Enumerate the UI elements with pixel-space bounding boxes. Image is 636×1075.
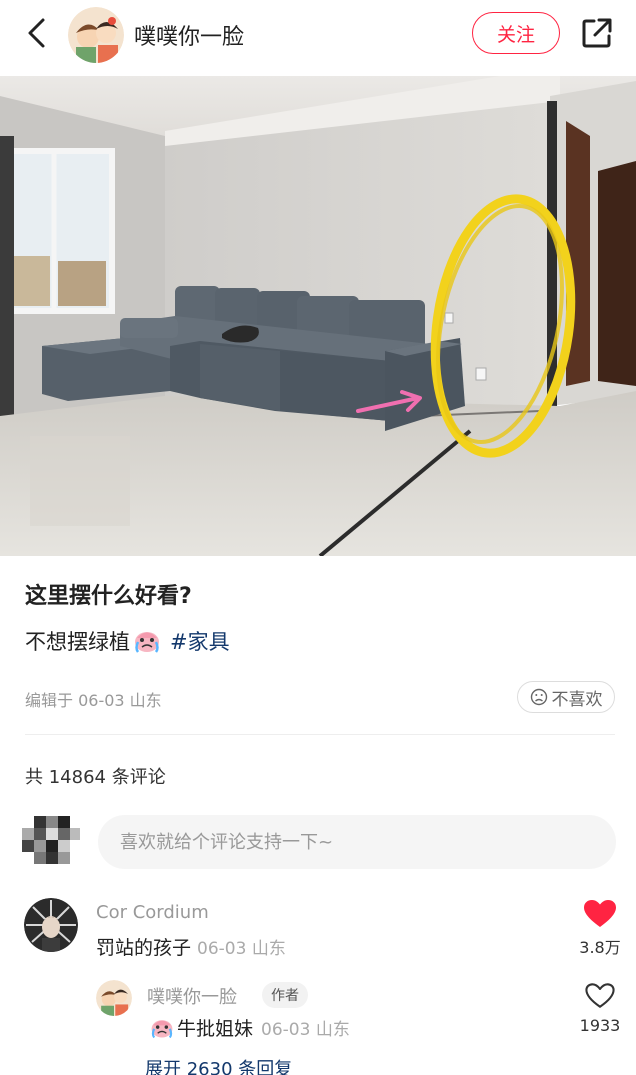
reply-text: 牛批姐妹 06-03 山东 — [147, 1014, 350, 1041]
edit-info: 编辑于 06-03 山东 — [25, 691, 162, 710]
crying-emoji-icon — [149, 1016, 175, 1040]
post-desc-text: 不想摆绿植 — [25, 630, 130, 654]
comment-text: 罚站的孩子 06-03 山东 — [96, 933, 286, 960]
reply-author-avatar[interactable] — [96, 980, 132, 1016]
post-description: 不想摆绿植 #家具 — [25, 626, 230, 656]
reply-meta: 06-03 山东 — [261, 1020, 350, 1040]
sad-face-icon — [530, 688, 547, 706]
comment-like-button[interactable] — [584, 900, 616, 928]
follow-button[interactable]: 关注 — [472, 12, 560, 54]
commenter-avatar[interactable] — [24, 898, 78, 952]
dislike-label: 不喜欢 — [551, 689, 603, 710]
comment-like-count: 3.8万 — [579, 938, 621, 957]
divider — [25, 734, 615, 735]
comment-input[interactable] — [98, 815, 616, 869]
heart-outline-icon — [585, 983, 615, 1008]
author-avatar[interactable] — [68, 7, 124, 63]
chevron-left-icon — [28, 18, 45, 48]
reply-body: 牛批姐妹 — [177, 1018, 254, 1040]
comment-meta: 06-03 山东 — [197, 939, 286, 959]
dislike-button[interactable]: 不喜欢 — [517, 681, 615, 713]
share-icon — [582, 18, 612, 48]
crying-emoji-icon — [132, 628, 162, 654]
comment-body: 罚站的孩子 — [96, 937, 192, 959]
author-tag-badge: 作者 — [262, 982, 308, 1008]
post-photo[interactable] — [0, 76, 636, 556]
reply-like-button[interactable] — [585, 982, 615, 1010]
hashtag-link[interactable]: #家具 — [170, 626, 230, 656]
author-name[interactable]: 噗噗你一脸 — [134, 19, 244, 51]
top-bar: 噗噗你一脸 关注 — [0, 0, 636, 76]
reply-author-name[interactable]: 噗噗你一脸 — [147, 983, 237, 1009]
expand-replies-link[interactable]: 展开 2630 条回复 — [145, 1055, 292, 1075]
share-button[interactable] — [578, 14, 616, 52]
my-avatar — [22, 816, 80, 868]
commenter-name[interactable]: Cor Cordium — [96, 902, 209, 923]
back-button[interactable] — [20, 16, 54, 50]
reply-like-count: 1933 — [579, 1016, 621, 1035]
heart-filled-icon — [584, 900, 616, 927]
post-title: 这里摆什么好看? — [25, 584, 192, 609]
comment-count: 共 14864 条评论 — [25, 767, 166, 788]
